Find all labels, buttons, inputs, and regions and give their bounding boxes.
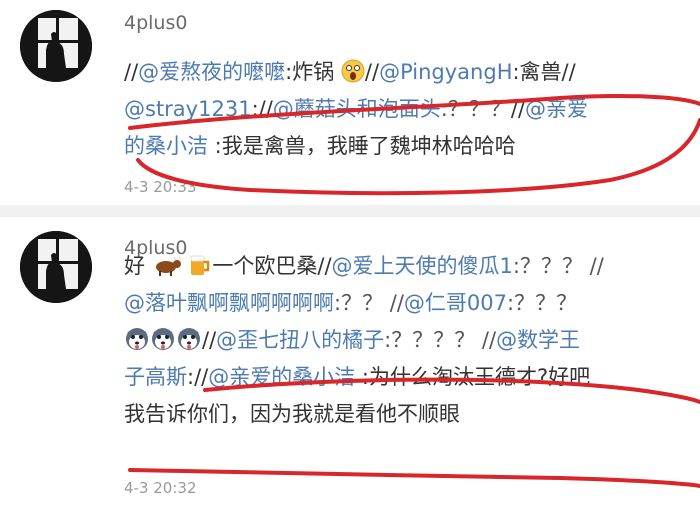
comment-text: :？？？？ //	[384, 328, 497, 352]
mention-link[interactable]: @歪七扭八的橘子	[216, 328, 384, 352]
post-text-line: 我告诉你们，因为我就是看他不顺眼	[124, 398, 460, 428]
husky-dog-emoji-icon	[124, 325, 150, 356]
comment-text: 好	[124, 254, 145, 278]
beer-mug-emoji-icon	[188, 253, 212, 282]
comment-text: :？？？	[507, 291, 578, 315]
mention-link[interactable]: @蘑菇头和泡面头	[273, 97, 441, 121]
mention-link[interactable]: @PingyangH	[379, 60, 512, 84]
repost-sep: //	[364, 60, 380, 84]
post-text-line: 的桑小洁 :我是禽兽，我睡了魏坤林哈哈哈	[124, 130, 516, 160]
repost-sep: //	[510, 97, 526, 121]
mention-link[interactable]: @亲爱的桑小洁	[208, 365, 355, 389]
timestamp: 4-3 20:32	[124, 479, 197, 497]
timestamp: 4-3 20:33	[124, 178, 197, 196]
comment-text: :？？？ //	[512, 254, 604, 278]
mention-link[interactable]: @爱上天使的傻瓜1	[332, 254, 513, 278]
repost-sep: //	[124, 60, 139, 84]
mention-link[interactable]: @亲爱	[525, 97, 588, 121]
post-1: 4plus0 //@爱熬夜的嚒嚒:炸锅 //@PingyangH:禽兽// @s…	[0, 0, 700, 205]
comment-text: :为什么淘汰王德才?好吧	[355, 365, 591, 389]
post-text-line: @stray1231://@蘑菇头和泡面头:？？？//@亲爱	[124, 93, 588, 123]
comment-text: :炸锅	[285, 60, 335, 84]
comment-text: :禽兽//	[512, 60, 576, 84]
repost-sep: //	[202, 328, 217, 352]
husky-dog-emoji-icon	[176, 325, 202, 356]
mention-link[interactable]: @数学王	[496, 328, 580, 352]
mention-link[interactable]: 子高斯	[124, 365, 187, 389]
post-text-line: //@歪七扭八的橘子:？？？？ //@数学王	[124, 324, 580, 356]
comment-text: :？？ //	[334, 291, 404, 315]
mention-link[interactable]: @落叶飘啊飘啊啊啊啊	[124, 291, 334, 315]
mention-link[interactable]: @爱熬夜的嚒嚒	[138, 60, 285, 84]
mention-link[interactable]: @仁哥007	[404, 291, 507, 315]
husky-dog-emoji-icon	[150, 325, 176, 356]
post-divider	[0, 205, 700, 217]
repost-sep: //	[194, 365, 209, 389]
post-2: 4plus0 好 一个欧巴桑//@爱上天使的傻瓜1:？？？ // @落叶飘啊飘啊…	[0, 217, 700, 507]
window-silhouette-avatar-icon	[20, 231, 92, 303]
window-silhouette-avatar-icon	[20, 10, 92, 82]
mention-link[interactable]: 的桑小洁	[124, 134, 208, 158]
user-avatar[interactable]	[20, 231, 92, 303]
mention-link[interactable]: @stray1231	[124, 97, 252, 121]
post-text-line: //@爱熬夜的嚒嚒:炸锅 //@PingyangH:禽兽//	[124, 56, 576, 88]
comment-text: :我是禽兽，我睡了魏坤林哈哈哈	[208, 134, 516, 158]
cow-emoji-icon	[152, 255, 182, 282]
post-text-line: 好 一个欧巴桑//@爱上天使的傻瓜1:？？？ //	[124, 250, 604, 282]
repost-sep: //	[258, 97, 273, 121]
comment-text: 我告诉你们，因为我就是看他不顺眼	[124, 402, 460, 426]
user-avatar[interactable]	[20, 10, 92, 82]
comment-text: :？？？	[440, 97, 511, 121]
comment-text: :	[251, 97, 259, 121]
post-text-line: 子高斯://@亲爱的桑小洁 :为什么淘汰王德才?好吧	[124, 361, 590, 391]
post-text-line: @落叶飘啊飘啊啊啊啊:？？ //@仁哥007:？？？	[124, 287, 577, 317]
comment-text: 一个欧巴桑//	[212, 254, 332, 278]
shocked-face-emoji-icon	[341, 59, 365, 88]
username[interactable]: 4plus0	[124, 12, 187, 34]
